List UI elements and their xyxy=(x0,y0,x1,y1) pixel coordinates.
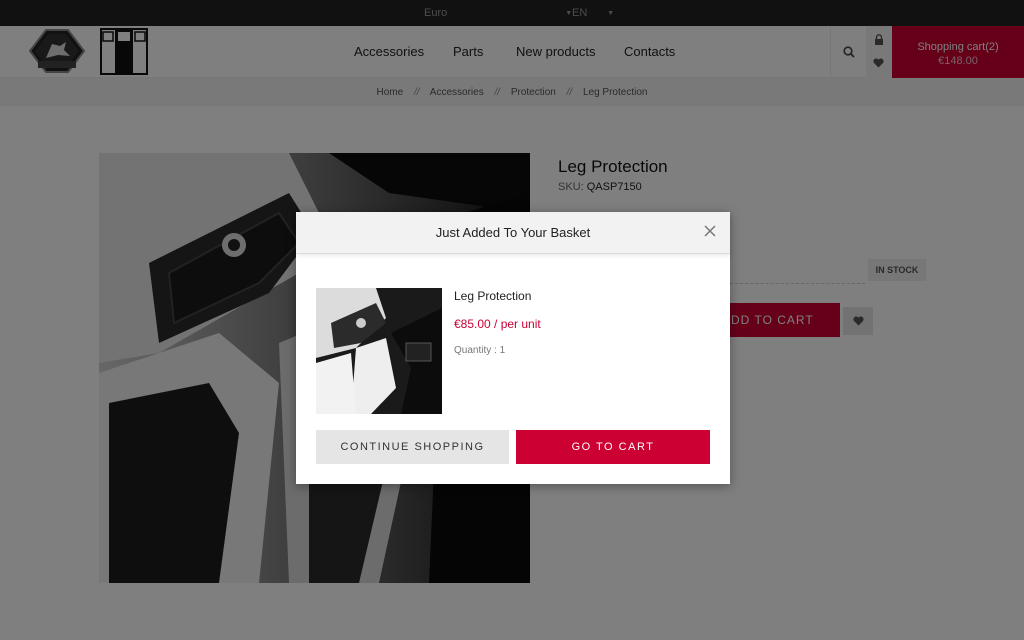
continue-shopping-button[interactable]: CONTINUE SHOPPING xyxy=(316,430,509,464)
go-to-cart-button[interactable]: GO TO CART xyxy=(516,430,710,464)
added-item-price: €85.00 / per unit xyxy=(454,317,541,331)
added-item-thumbnail xyxy=(316,288,442,414)
added-item-name: Leg Protection xyxy=(454,289,532,303)
modal-header: Just Added To Your Basket xyxy=(296,212,730,254)
added-item-quantity: Quantity : 1 xyxy=(454,345,506,356)
close-icon xyxy=(704,225,716,237)
added-to-basket-modal: Just Added To Your Basket Leg Protection… xyxy=(296,212,730,484)
modal-title: Just Added To Your Basket xyxy=(435,225,591,240)
close-button[interactable] xyxy=(702,223,718,239)
